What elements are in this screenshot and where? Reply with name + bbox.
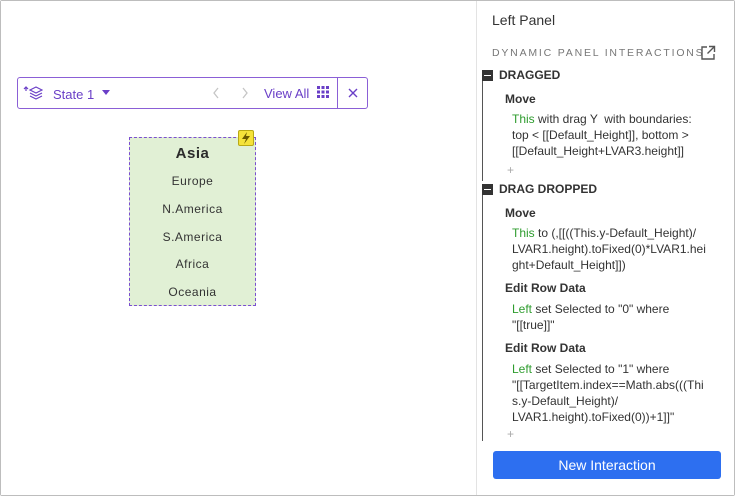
detail-line: s.y-Default_Height)/ bbox=[512, 394, 619, 408]
action-label[interactable]: Edit Row Data bbox=[505, 281, 586, 295]
state-toolbar: State 1 View All bbox=[17, 77, 368, 109]
detail-line: "[[TargetItem.index==Math.abs(((Thi bbox=[512, 378, 704, 392]
detail-line: to (,[[((This.y-Default_Height)/ bbox=[534, 226, 697, 240]
action-detail[interactable]: This to (,[[((This.y-Default_Height)/ LV… bbox=[512, 225, 722, 273]
detail-line: set Selected to "1" where bbox=[532, 362, 670, 376]
lightning-icon bbox=[242, 132, 250, 144]
caret-down-icon[interactable] bbox=[102, 90, 110, 96]
action-detail[interactable]: This with drag Y with boundaries: top < … bbox=[512, 111, 722, 159]
list-item: Europe bbox=[171, 174, 214, 188]
chevron-left-icon[interactable] bbox=[211, 86, 221, 100]
layers-icon[interactable] bbox=[23, 84, 43, 102]
target-keyword: Left bbox=[512, 362, 533, 376]
dynamic-panel[interactable] bbox=[129, 137, 256, 306]
close-icon bbox=[348, 88, 358, 98]
action-label[interactable]: Move bbox=[505, 206, 536, 220]
detail-line: set Selected to "0" where bbox=[532, 302, 670, 316]
target-keyword: This bbox=[512, 112, 535, 126]
collapse-icon[interactable] bbox=[482, 69, 493, 81]
panel-title: Asia bbox=[175, 145, 210, 162]
add-action-button[interactable]: + bbox=[507, 163, 514, 177]
event-dragged[interactable]: DRAGGED bbox=[482, 68, 560, 82]
target-keyword: This bbox=[512, 226, 535, 240]
target-keyword: Left bbox=[512, 302, 533, 316]
new-interaction-button[interactable]: New Interaction bbox=[493, 451, 721, 479]
list-item: N.America bbox=[162, 202, 223, 216]
detail-line: [[Default_Height+LVAR3.height]] bbox=[512, 144, 684, 158]
detail-line: top < [[Default_Height]], bottom > bbox=[512, 128, 689, 142]
close-button[interactable] bbox=[337, 78, 367, 108]
interaction-badge[interactable] bbox=[238, 130, 254, 146]
action-label[interactable]: Edit Row Data bbox=[505, 341, 586, 355]
collapse-icon[interactable] bbox=[482, 183, 493, 195]
view-all-button[interactable]: View All bbox=[264, 86, 309, 101]
event-label: DRAGGED bbox=[499, 68, 561, 82]
detail-line: LVAR1.height).toFixed(0))+1]]" bbox=[512, 410, 675, 424]
state-selector: State 1 View All bbox=[18, 78, 337, 108]
tree-line bbox=[482, 195, 483, 441]
panel-heading: Left Panel bbox=[492, 12, 556, 28]
detail-line: ght+Default_Height]]) bbox=[512, 258, 626, 272]
chevron-right-icon[interactable] bbox=[240, 86, 250, 100]
action-label[interactable]: Move bbox=[505, 92, 536, 106]
list-item: S.America bbox=[162, 230, 223, 244]
action-detail[interactable]: Left set Selected to "0" where "[[true]]… bbox=[512, 301, 722, 333]
list-item: Oceania bbox=[168, 285, 217, 299]
interactions-panel: Left Panel DYNAMIC PANEL INTERACTIONS DR… bbox=[476, 1, 734, 495]
grid-icon[interactable] bbox=[317, 86, 329, 98]
event-drag-dropped[interactable]: DRAG DROPPED bbox=[482, 182, 597, 196]
add-action-button[interactable]: + bbox=[507, 427, 514, 441]
state-dropdown[interactable]: State 1 bbox=[53, 87, 94, 102]
list-item: Africa bbox=[175, 257, 210, 271]
event-label: DRAG DROPPED bbox=[499, 182, 598, 196]
detail-line: with drag Y with boundaries: bbox=[534, 112, 692, 126]
action-detail[interactable]: Left set Selected to "1" where "[[Target… bbox=[512, 361, 722, 425]
detail-line: "[[true]]" bbox=[512, 318, 555, 332]
tree-line bbox=[482, 81, 483, 181]
section-header: DYNAMIC PANEL INTERACTIONS bbox=[492, 47, 705, 59]
detail-line: LVAR1.height).toFixed(0)*LVAR1.hei bbox=[512, 242, 706, 256]
external-link-icon[interactable] bbox=[700, 45, 716, 61]
